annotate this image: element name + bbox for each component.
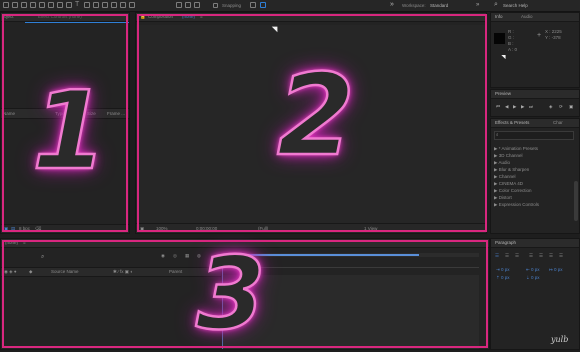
info-panel: Info Audio R : G : B : A : 0 + X : 2225 … bbox=[490, 12, 580, 88]
crosshair-icon: + bbox=[537, 32, 542, 39]
pen-tool-icon[interactable] bbox=[66, 2, 72, 8]
color-swatch bbox=[494, 33, 505, 44]
ram-preview-icon[interactable]: ▣ bbox=[569, 104, 573, 110]
zoom-tool-icon[interactable] bbox=[21, 2, 27, 8]
space-before-field[interactable]: ⇡ 0 px bbox=[496, 275, 510, 281]
snap-icon-2[interactable] bbox=[260, 2, 266, 8]
loop-icon[interactable]: ⟳ bbox=[559, 104, 563, 110]
fx-item[interactable]: ▶ Audio bbox=[494, 160, 510, 166]
effects-search-icon: ⌕ bbox=[496, 132, 499, 137]
info-a: A : 0 bbox=[508, 47, 518, 52]
info-panel-header: Info Audio bbox=[491, 13, 579, 22]
roto-brush-tool-icon[interactable] bbox=[111, 2, 117, 8]
first-frame-icon[interactable]: ⏮ bbox=[496, 104, 500, 109]
info-r: R : bbox=[508, 29, 514, 34]
hand-tool-icon[interactable] bbox=[12, 2, 18, 8]
indent-right-field[interactable]: ⇤ 0 px bbox=[526, 267, 540, 273]
snap-icon-1[interactable] bbox=[250, 2, 256, 8]
search-help-input[interactable]: Search Help bbox=[503, 3, 528, 8]
align-center-icon[interactable]: ☰ bbox=[505, 253, 509, 259]
alignment-buttons: ☰ ☰ ☰ ☰ ☰ ☰ ☰ bbox=[495, 253, 577, 259]
play-icon[interactable]: ▶ bbox=[513, 104, 516, 110]
local-axis-icon[interactable] bbox=[176, 2, 182, 8]
justify-left-icon[interactable]: ☰ bbox=[529, 253, 533, 259]
space-after-field[interactable]: ⇣ 0 px bbox=[526, 275, 540, 281]
workspace-menu-icon[interactable]: » bbox=[390, 1, 394, 8]
align-left-icon[interactable]: ☰ bbox=[495, 253, 499, 259]
clone-stamp-tool-icon[interactable] bbox=[93, 2, 99, 8]
fx-item[interactable]: ▶ * Animation Presets bbox=[494, 146, 538, 152]
justify-right-icon[interactable]: ☰ bbox=[549, 253, 553, 259]
preview-panel: Preview ⏮ ◀ ▶ ▶ ⏭ ◈ ⟳ ▣ bbox=[490, 89, 580, 117]
effects-panel-header: Effects & Presets Char bbox=[491, 119, 579, 128]
fx-item[interactable]: ▶ 3D Channel bbox=[494, 153, 522, 159]
audio-toggle-icon[interactable]: ◈ bbox=[549, 104, 552, 110]
type-tool-icon[interactable]: T bbox=[75, 1, 81, 8]
overlay-number-2: 2 bbox=[276, 51, 356, 181]
character-tab[interactable]: Char bbox=[553, 120, 563, 125]
workspace-menu-chevron-icon[interactable]: » bbox=[476, 2, 479, 8]
top-toolbar: T Snapping » Workspace: Standard » ⌕ Sea… bbox=[0, 0, 580, 12]
pan-behind-tool-icon[interactable] bbox=[48, 2, 54, 8]
home-icon[interactable] bbox=[3, 2, 9, 8]
info-b: B : bbox=[508, 41, 514, 46]
eraser-tool-icon[interactable] bbox=[102, 2, 108, 8]
effects-scrollbar[interactable] bbox=[574, 181, 578, 221]
effects-presets-tab[interactable]: Effects & Presets bbox=[495, 120, 529, 125]
fx-item[interactable]: ▶ CINEMA 4D bbox=[494, 181, 523, 187]
paragraph-tab[interactable]: Paragraph bbox=[495, 240, 516, 245]
world-axis-icon[interactable] bbox=[185, 2, 191, 8]
fx-item[interactable]: ▶ Blur & Sharpen bbox=[494, 167, 529, 173]
camera-tool-icon[interactable] bbox=[39, 2, 45, 8]
fx-item[interactable]: ▶ Distort bbox=[494, 195, 512, 201]
workspace-label: Workspace: bbox=[402, 3, 426, 8]
preview-panel-header: Preview bbox=[491, 90, 579, 99]
previous-frame-icon[interactable]: ◀ bbox=[505, 104, 508, 110]
justify-center-icon[interactable]: ☰ bbox=[539, 253, 543, 259]
justify-all-icon[interactable]: ☰ bbox=[559, 253, 563, 259]
effects-presets-panel: Effects & Presets Char ⌕ ▶ * Animation P… bbox=[490, 118, 580, 234]
fx-item[interactable]: ▶ Expression Controls bbox=[494, 202, 539, 208]
overlay-number-3: 3 bbox=[195, 235, 267, 352]
overlay-number-1: 1 bbox=[31, 69, 109, 194]
audio-tab[interactable]: Audio bbox=[521, 14, 533, 19]
info-tab[interactable]: Info bbox=[495, 14, 503, 19]
indent-first-line-field[interactable]: ↦ 0 px bbox=[549, 267, 563, 273]
info-x: X : 2225 bbox=[545, 29, 562, 34]
indent-left-field[interactable]: ⇥ 0 px bbox=[496, 267, 510, 273]
puppet-tool-icon[interactable] bbox=[120, 2, 126, 8]
info-g: G : bbox=[508, 35, 515, 40]
shape-tool-icon[interactable] bbox=[57, 2, 63, 8]
brush-tool-icon[interactable] bbox=[84, 2, 90, 8]
view-axis-icon[interactable] bbox=[194, 2, 200, 8]
snapping-label: Snapping bbox=[222, 3, 242, 8]
next-frame-icon[interactable]: ▶ bbox=[521, 104, 524, 110]
watermark-logo: yulb bbox=[551, 335, 569, 344]
info-y: Y : -378 bbox=[545, 35, 561, 40]
preview-tab[interactable]: Preview bbox=[495, 91, 511, 96]
mouse-cursor-small-icon bbox=[501, 52, 508, 60]
fx-item[interactable]: ▶ Channel bbox=[494, 174, 515, 180]
fx-item[interactable]: ▶ Color Correction bbox=[494, 188, 531, 194]
workspace-select[interactable]: Standard bbox=[430, 3, 448, 8]
snapping-checkbox[interactable] bbox=[213, 3, 218, 8]
effects-search-input[interactable]: ⌕ bbox=[494, 131, 574, 140]
paragraph-panel: Paragraph ☰ ☰ ☰ ☰ ☰ ☰ ☰ ⇥ 0 px ⇤ 0 px ↦ … bbox=[490, 238, 580, 350]
search-icon[interactable]: ⌕ bbox=[494, 1, 498, 9]
align-right-icon[interactable]: ☰ bbox=[515, 253, 519, 259]
last-frame-icon[interactable]: ⏭ bbox=[529, 104, 533, 109]
pin-tool-icon[interactable] bbox=[129, 2, 135, 8]
paragraph-panel-header: Paragraph bbox=[491, 239, 579, 248]
rotate-tool-icon[interactable] bbox=[30, 2, 36, 8]
